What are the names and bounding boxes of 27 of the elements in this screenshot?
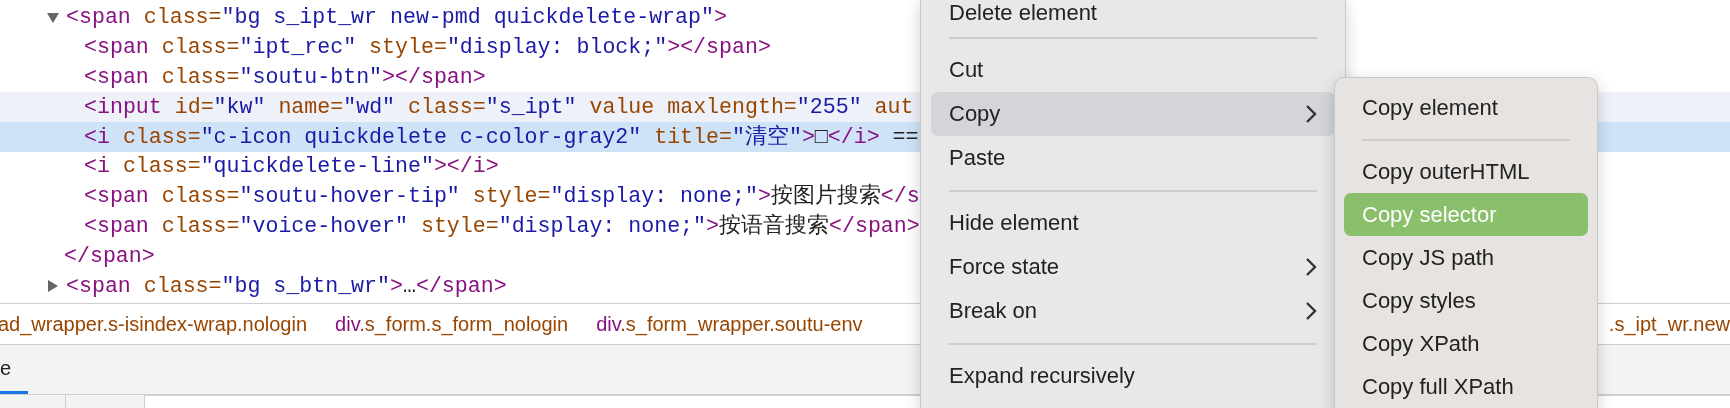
menu-item[interactable]: Copy XPath [1344, 322, 1588, 365]
menu-item[interactable]: Break on [931, 289, 1335, 333]
menu-item[interactable]: Copy JS path [1344, 236, 1588, 279]
menu-item[interactable]: Copy outerHTML [1344, 150, 1588, 193]
expanded-triangle-icon[interactable] [46, 11, 60, 25]
menu-item[interactable]: Copy element [1344, 86, 1588, 129]
menu-item[interactable]: Copy full XPath [1344, 365, 1588, 408]
menu-item[interactable]: Copy [931, 92, 1335, 136]
menu-item[interactable]: Paste [931, 136, 1335, 180]
dom-line[interactable]: <span class="bg s_ipt_wr new-pmd quickdelete-wrap"> [66, 4, 727, 32]
breadcrumb-link[interactable]: .s_ipt_wr.new [1608, 312, 1730, 336]
menu-item[interactable]: Copy styles [1344, 279, 1588, 322]
dom-line: </span> [64, 242, 155, 270]
dom-line[interactable]: <span class="soutu-hover-tip" style="display: none;">按图片搜索</s [84, 183, 920, 211]
collapsed-triangle-icon[interactable] [46, 279, 60, 294]
dom-line[interactable]: <span class="voice-hover" style="display: none;">按语音搜索</span> [84, 212, 920, 240]
menu-item[interactable]: Delete element [931, 0, 1335, 27]
dom-line[interactable]: <span class="bg s_btn_wr">…</span> [66, 272, 507, 300]
dom-line[interactable]: <span class="soutu-btn"></span> [84, 64, 486, 91]
breadcrumb-link[interactable]: div.s_form_wrapper.soutu-env [596, 312, 863, 336]
breadcrumb-link[interactable]: div.s_form.s_form_nologin [335, 312, 569, 336]
dom-line[interactable]: <span class="ipt_rec" style="display: block;"></span> [84, 34, 771, 62]
menu-item[interactable]: Expand recursively [931, 354, 1335, 398]
menu-item[interactable]: Force state [931, 245, 1335, 289]
menu-item[interactable]: Cut [931, 48, 1335, 92]
dom-line[interactable]: <i class="quickdelete-line"></i> [84, 153, 499, 181]
menu-item[interactable]: Hide element [931, 201, 1335, 245]
